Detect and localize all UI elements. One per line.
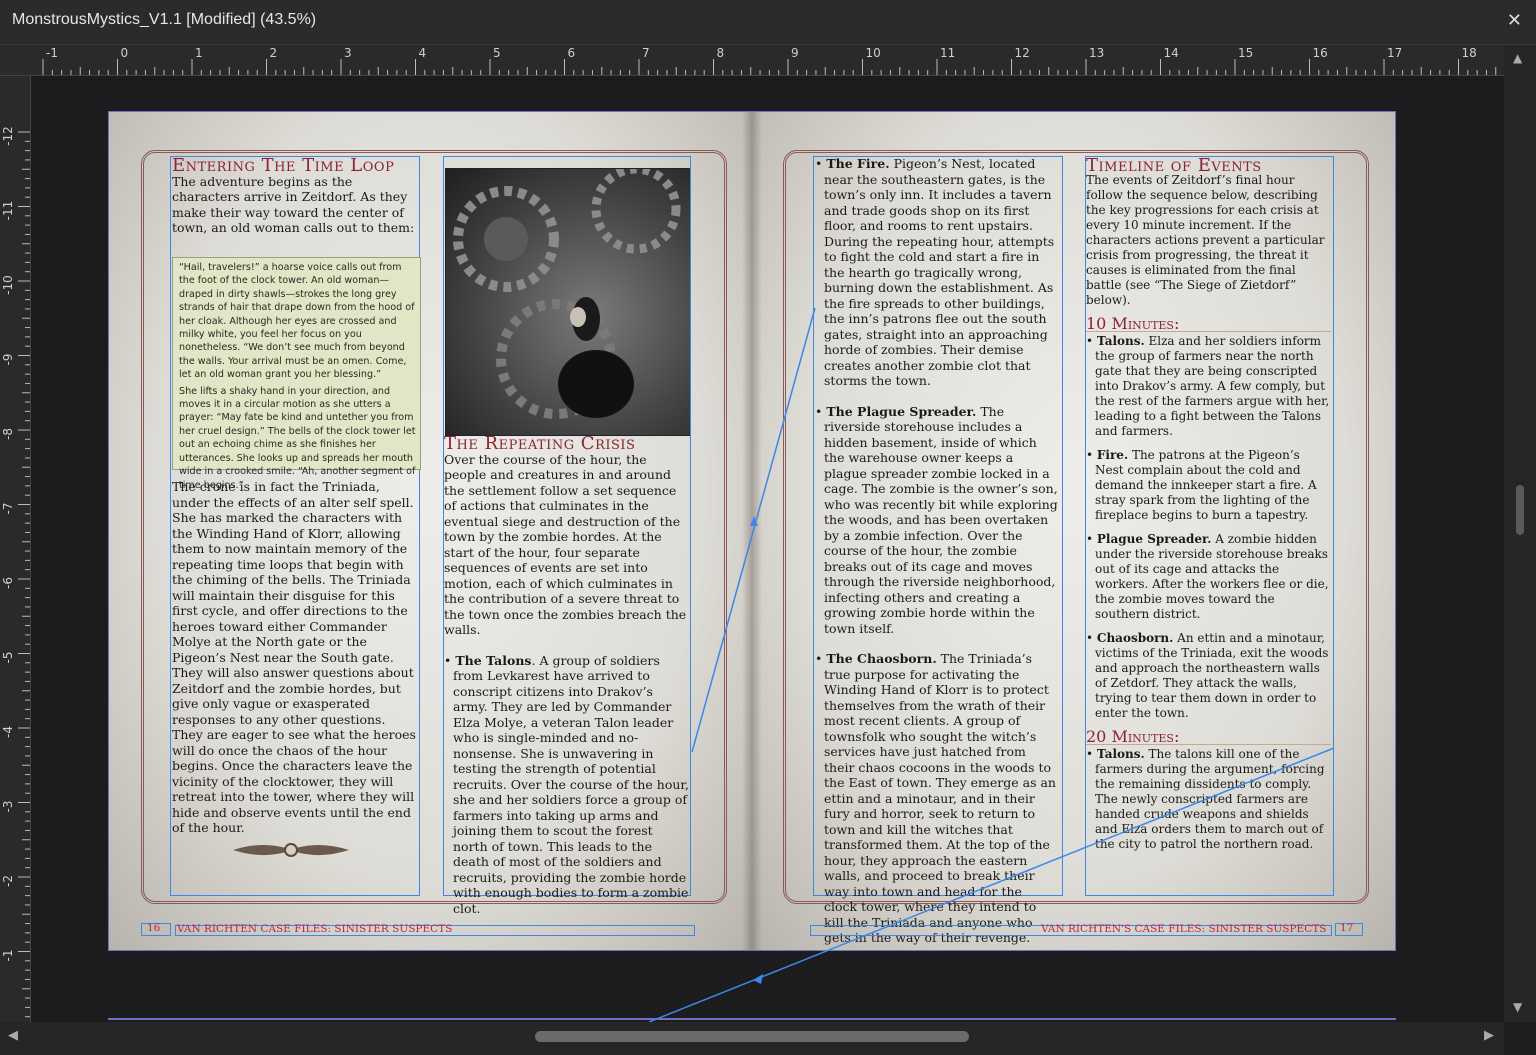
ruler-label: -12 — [1, 126, 15, 146]
text-thread-links — [648, 307, 1335, 1022]
page-spread[interactable]: Entering The Time Loop The adventure beg… — [108, 111, 1396, 1022]
ruler-label: 1 — [195, 46, 203, 60]
ruler-label: -1 — [1, 950, 15, 962]
vertical-scroll-thumb[interactable] — [1516, 485, 1524, 535]
ruler-label: -11 — [1, 201, 15, 221]
ruler-label: 5 — [493, 46, 501, 60]
ruler-label: 15 — [1238, 46, 1253, 60]
ruler-label: -1 — [46, 46, 58, 60]
ruler-label: -9 — [1, 354, 15, 366]
next-spread-edge — [108, 1018, 1396, 1020]
ruler-label: 18 — [1462, 46, 1477, 60]
ruler-label: 2 — [270, 46, 278, 60]
ruler-label: 9 — [791, 46, 799, 60]
ruler-label: 13 — [1089, 46, 1104, 60]
ruler-label: 6 — [568, 46, 576, 60]
vertical-scrollbar[interactable]: ▲ ▼ — [1504, 45, 1536, 1022]
ruler-label: 16 — [1313, 46, 1328, 60]
title-bar: MonstrousMystics_V1.1 [Modified] (43.5%)… — [0, 0, 1536, 45]
ruler-label: 7 — [642, 46, 650, 60]
ruler-label: 11 — [940, 46, 955, 60]
horizontal-ruler-ticks: -1 0 1 2 3 4 5 6 7 8 9 10 11 12 13 14 15 16 17 18 — [42, 46, 1497, 75]
ruler-label: 14 — [1164, 46, 1179, 60]
ruler-label: 4 — [419, 46, 427, 60]
ruler-label: -5 — [1, 652, 15, 664]
ruler-label: -7 — [1, 503, 15, 515]
vertical-ruler-ticks: -12 -11 -10 -9 -8 -7 -6 -5 -4 -3 -2 -1 — [1, 126, 30, 1018]
horizontal-scrollbar[interactable]: ◀ ▶ — [0, 1022, 1504, 1055]
ruler-label: 8 — [717, 46, 725, 60]
ruler-label: 10 — [866, 46, 881, 60]
close-icon[interactable]: ✕ — [1507, 10, 1522, 31]
thread-link-to-next-spread — [648, 747, 1335, 1022]
ruler-label: 0 — [121, 46, 129, 60]
scroll-up-icon[interactable]: ▲ — [1513, 51, 1522, 65]
window-title: MonstrousMystics_V1.1 [Modified] (43.5%) — [12, 11, 317, 28]
ruler-label: 17 — [1387, 46, 1402, 60]
ruler-label: -4 — [1, 726, 15, 738]
thread-link-col2-to-right — [691, 307, 816, 753]
ruler-label: -10 — [1, 275, 15, 295]
scroll-right-icon[interactable]: ▶ — [1484, 1028, 1494, 1043]
horizontal-scroll-thumb[interactable] — [535, 1031, 969, 1042]
ruler-label: -6 — [1, 577, 15, 589]
scroll-left-icon[interactable]: ◀ — [8, 1028, 18, 1043]
ruler-label: -3 — [1, 801, 15, 813]
ruler-label: 12 — [1015, 46, 1030, 60]
horizontal-ruler[interactable]: -1 0 1 2 3 4 5 6 7 8 9 10 11 12 13 14 15 16 17 18 — [0, 45, 1504, 76]
scroll-down-icon[interactable]: ▼ — [1513, 1000, 1522, 1014]
document-canvas[interactable]: Entering The Time Loop The adventure beg… — [31, 76, 1504, 1022]
ruler-label: 3 — [344, 46, 352, 60]
ruler-label: -2 — [1, 875, 15, 887]
ruler-label: -8 — [1, 428, 15, 440]
vertical-ruler[interactable]: -12 -11 -10 -9 -8 -7 -6 -5 -4 -3 -2 -1 — [0, 76, 31, 1022]
